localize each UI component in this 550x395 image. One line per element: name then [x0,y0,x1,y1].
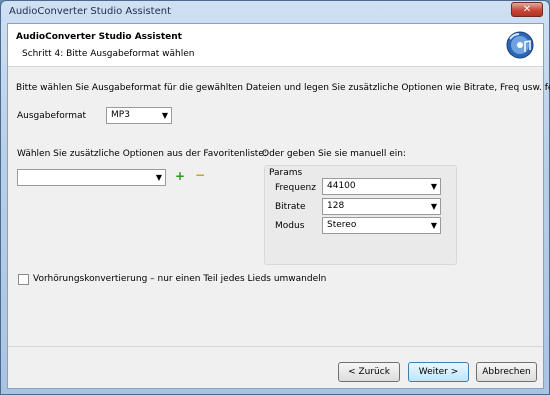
format-value: MP3 [111,110,130,120]
format-select[interactable]: MP3 ▼ [106,107,172,124]
footer-divider [8,346,543,347]
frequency-label: Frequenz [275,183,316,193]
frequency-value: 44100 [327,181,356,191]
close-button[interactable]: ✕ [511,2,543,17]
params-group: Params Frequenz 44100 ▼ Bitrate 128 ▼ Mo… [264,165,457,265]
chevron-down-icon: ▼ [430,221,437,230]
window-title: AudioConverter Studio Assistent [9,6,172,17]
wizard-window: AudioConverter Studio Assistent ✕ AudioC… [0,0,550,395]
bitrate-value: 128 [327,201,345,211]
intro-text: Bitte wählen Sie Ausgabeformat für die g… [16,83,550,93]
preview-label[interactable]: Vorhörungskonvertierung – nur einen Teil… [33,274,326,284]
favorites-select[interactable]: ▼ [17,169,166,186]
chevron-down-icon: ▼ [430,182,437,191]
favorites-label: Wählen Sie zusätzliche Optionen aus der … [17,149,267,159]
preview-checkbox[interactable] [18,274,29,285]
next-button[interactable]: Weiter > [408,362,469,382]
remove-favorite-icon[interactable]: − [195,168,205,182]
mode-label: Modus [275,221,305,231]
audio-cd-icon [506,31,534,59]
frequency-select[interactable]: 44100 ▼ [322,178,441,195]
chevron-down-icon: ▼ [155,173,162,182]
header-subtitle: Schritt 4: Bitte Ausgabeformat wählen [22,49,195,59]
wizard-client-area: AudioConverter Studio Assistent Schritt … [7,23,550,389]
bitrate-select[interactable]: 128 ▼ [322,198,441,215]
params-group-title: Params [269,168,303,178]
header-title: AudioConverter Studio Assistent [16,32,182,42]
manual-label: Oder geben Sie sie manuell ein: [262,149,407,159]
wizard-header: AudioConverter Studio Assistent Schritt … [8,24,543,67]
chevron-down-icon: ▼ [430,202,437,211]
title-bar: AudioConverter Studio Assistent ✕ [1,1,549,23]
back-button[interactable]: < Zurück [338,362,400,382]
chevron-down-icon: ▼ [161,111,168,120]
mode-value: Stereo [327,220,357,230]
cancel-button[interactable]: Abbrechen [476,362,537,382]
add-favorite-icon[interactable]: + [175,169,185,183]
bitrate-label: Bitrate [275,202,306,212]
mode-select[interactable]: Stereo ▼ [322,217,441,234]
format-label: Ausgabeformat [17,111,87,121]
